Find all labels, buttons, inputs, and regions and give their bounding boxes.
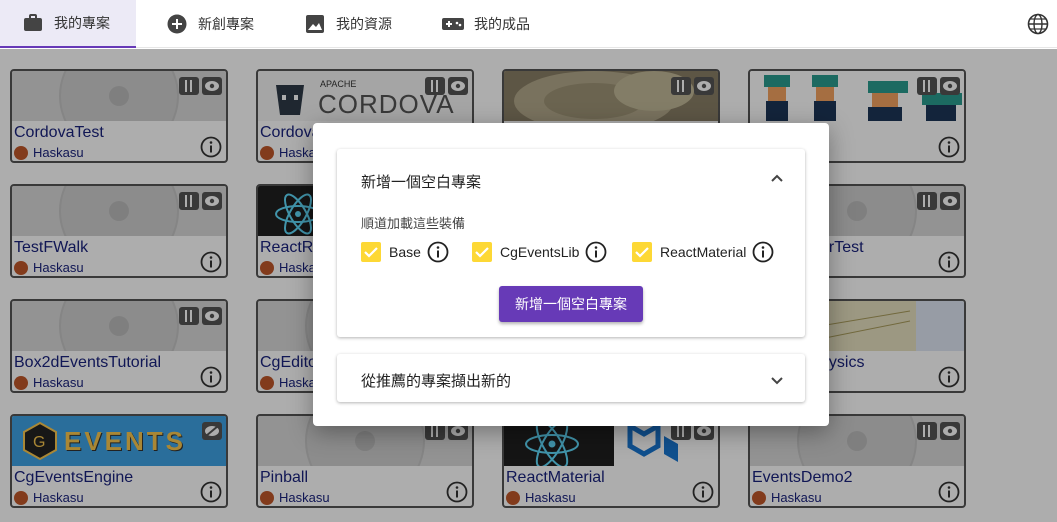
image-icon: [304, 13, 326, 35]
briefcase-icon: [22, 12, 44, 34]
recommended-project-panel[interactable]: 從推薦的專案擷出新的: [337, 354, 805, 402]
option-label: CgEventsLib: [500, 244, 580, 260]
checkbox-checked[interactable]: [632, 242, 652, 262]
panel-title[interactable]: 新增一個空白專案: [361, 171, 481, 192]
checkbox-checked[interactable]: [472, 242, 492, 262]
tab-my-resources[interactable]: 我的資源: [304, 0, 392, 48]
info-icon[interactable]: [752, 241, 774, 263]
option-label: ReactMaterial: [660, 244, 747, 260]
chevron-up-icon[interactable]: [767, 168, 787, 188]
option-label: Base: [389, 244, 421, 260]
tab-new-project[interactable]: 新創專案: [166, 0, 254, 48]
globe-icon[interactable]: [1027, 13, 1049, 35]
tab-label: 我的成品: [474, 16, 530, 32]
tab-my-products[interactable]: 我的成品: [442, 0, 530, 48]
gamepad-icon: [442, 13, 464, 35]
add-blank-project-button[interactable]: 新增一個空白專案: [499, 286, 643, 322]
panel-subtitle: 順道加載這些裝備: [361, 216, 466, 231]
tab-label: 我的資源: [336, 16, 392, 32]
plus-circle-icon: [166, 13, 188, 35]
new-project-dialog: 新增一個空白專案 順道加載這些裝備 Base CgEventsLib React…: [313, 123, 829, 426]
option-base[interactable]: Base: [361, 241, 449, 263]
checkbox-checked[interactable]: [361, 242, 381, 262]
tab-label: 我的專案: [54, 15, 110, 31]
top-nav: 我的專案 新創專案 我的資源 我的成品: [0, 0, 1057, 48]
tab-label: 新創專案: [198, 16, 254, 32]
panel-title[interactable]: 從推薦的專案擷出新的: [361, 370, 511, 391]
info-icon[interactable]: [585, 241, 607, 263]
chevron-down-icon[interactable]: [767, 370, 787, 390]
option-cgeventslib[interactable]: CgEventsLib: [472, 241, 607, 263]
info-icon[interactable]: [427, 241, 449, 263]
blank-project-panel: 新增一個空白專案 順道加載這些裝備 Base CgEventsLib React…: [337, 149, 805, 337]
tab-my-projects[interactable]: 我的專案: [0, 0, 136, 48]
option-reactmaterial[interactable]: ReactMaterial: [632, 241, 774, 263]
